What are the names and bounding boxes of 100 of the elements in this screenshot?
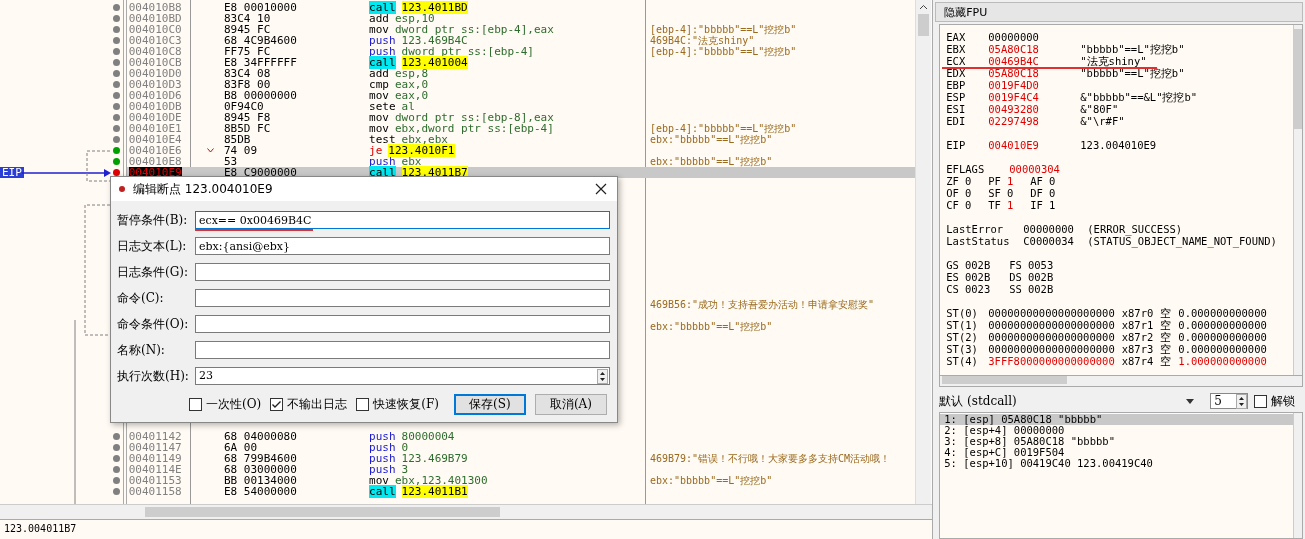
code-row[interactable]: 00401153 BB 00134000 mov ebx,123.401300 ebx:"bbbbb"==L"挖挖b" [0, 475, 915, 486]
breakpoint-dot[interactable] [113, 488, 120, 495]
register-value: 00493280 [988, 103, 1040, 115]
code-row[interactable]: 004010E1 8B5D FC mov ebx,dword ptr ss:[ebp-4] [ebp-4]:"bbbbb"==L"挖挖b" [0, 123, 915, 134]
scrollbar[interactable] [1293, 25, 1302, 375]
input-field[interactable]: ebx:{ansi@ebx} [195, 237, 610, 255]
code-row[interactable]: 00401142 68 04000080 push 80000004 [0, 431, 915, 442]
segment-name: ES [946, 271, 959, 283]
flag-name: AF [1030, 175, 1043, 187]
code-row[interactable]: 00401149 68 799B4600 push 123.469B79 469B79:"错误！不行哦！大家要多多支持CM活动哦！ [0, 453, 915, 464]
code-row[interactable]: 0040114E 68 03000000 push 3 [0, 464, 915, 475]
dialog-button[interactable]: 取消(A) [534, 394, 607, 415]
toggle-fpu-button[interactable]: 隐藏FPU [935, 2, 1303, 22]
bytes-text: 8945 F8 [223, 112, 271, 123]
breakpoint-dot[interactable] [113, 103, 120, 110]
fpu-state: 空 [1160, 331, 1172, 343]
checkbox-label[interactable]: 快速恢复(F) [373, 396, 439, 413]
register-value: 004010E9 [988, 139, 1040, 151]
breakpoint-dot[interactable] [113, 81, 120, 88]
error-text: (STATUS_OBJECT_NAME_NOT_FOUND) [1087, 235, 1277, 247]
code-row[interactable]: 004010B8 E8 00010000 call 123.4011BD [0, 2, 915, 13]
code-row[interactable]: 004010CB E8 34FFFFFF call 123.401004 [0, 57, 915, 68]
breakpoint-dot[interactable] [113, 59, 120, 66]
fpu-value: 0.000000000000 [1178, 343, 1267, 355]
checkbox-label[interactable]: 不输出日志 [287, 396, 348, 413]
checkbox-label[interactable]: 一次性(O) [206, 396, 262, 413]
code-row[interactable]: 004010E6 74 09 je 123.4010F1 [0, 145, 915, 156]
close-icon[interactable] [595, 183, 607, 195]
breakpoint-dot[interactable] [113, 15, 120, 22]
dialog-button[interactable]: 保存(S) [453, 394, 526, 415]
code-row[interactable]: 004010C0 8945 FC mov dword ptr ss:[ebp-4],eax [ebp-4]:"bbbbb"==L"挖挖b" [0, 24, 915, 35]
stack-argument[interactable]: 2: [esp+4] 00000000 [940, 425, 1293, 436]
breakpoint-dot[interactable] [113, 125, 120, 132]
segment-name: SS [1009, 283, 1022, 295]
breakpoint-dot[interactable] [113, 48, 120, 55]
mnemonic-text: push [369, 430, 396, 443]
breakpoint-dot[interactable] [113, 147, 120, 154]
input-field[interactable] [195, 289, 610, 307]
operand-text: 123.4011BD [401, 1, 468, 14]
breakpoint-dot[interactable] [113, 136, 120, 143]
input-field[interactable] [195, 315, 610, 333]
code-row[interactable]: 004010D6 B8 00000000 mov eax,0 [0, 90, 915, 101]
code-row[interactable]: 00401147 6A 00 push 0 [0, 442, 915, 453]
breakpoint-dot[interactable] [113, 26, 120, 33]
code-row[interactable]: 004010E8 53 push ebx ebx:"bbbbb"==L"挖挖b" [0, 156, 915, 167]
count-spinbox[interactable]: 5 [1210, 393, 1249, 409]
breakpoint-dot[interactable] [113, 444, 120, 451]
convention-dropdown[interactable]: 默认 (stdcall) [939, 392, 1205, 410]
checkbox[interactable] [1254, 394, 1268, 408]
breakpoint-dot[interactable] [113, 37, 120, 44]
spinner-icon[interactable] [1236, 393, 1248, 409]
input-field[interactable]: ecx== 0x00469B4C [195, 211, 610, 229]
code-row[interactable]: 004010C8 FF75 FC push dword ptr ss:[ebp-4] [ebp-4]:"bbbbb"==L"挖挖b" [0, 46, 915, 57]
fpu-raw-value: 00000000000000000000 [988, 331, 1115, 343]
breakpoint-dot[interactable] [113, 455, 120, 462]
checkbox[interactable] [356, 398, 370, 411]
scrollbar[interactable] [0, 505, 933, 520]
address-text: 004010C3 [128, 35, 182, 46]
register-value: 05A80C18 [988, 43, 1040, 55]
bytes-text: 83C4 10 [223, 13, 271, 24]
checkbox[interactable] [270, 398, 284, 411]
code-row[interactable]: 004010C3 68 4C9B4600 push 123.469B4C 469B4C:"法克shiny" [0, 35, 915, 46]
code-row[interactable]: 004010DB 0F94C0 sete al [0, 101, 915, 112]
code-row[interactable]: 004010D0 83C4 08 add esp,8 [0, 68, 915, 79]
stack-argument[interactable]: 3: [esp+8] 05A80C18 "bbbbb" [940, 436, 1293, 447]
breakpoint-dot[interactable] [113, 169, 120, 176]
breakpoint-dot[interactable] [113, 4, 120, 11]
scroll-up-icon[interactable] [919, 4, 928, 10]
breakpoint-dot[interactable] [113, 158, 120, 165]
input-field[interactable] [195, 341, 610, 359]
breakpoint-dot[interactable] [113, 70, 120, 77]
code-row[interactable]: 00401158 E8 54000000 call 123.4011B1 [0, 486, 915, 497]
scrollbar[interactable] [1293, 413, 1302, 538]
scroll-thumb[interactable] [918, 14, 929, 36]
spinner-icon[interactable] [597, 368, 608, 384]
address-text: 00401142 [128, 431, 182, 442]
breakpoint-dot[interactable] [113, 114, 120, 121]
code-row[interactable]: 004010E4 85DB test ebx,ebx ebx:"bbbbb"==L"挖挖b" [0, 134, 915, 145]
checkbox-label[interactable]: 解锁 [1271, 392, 1296, 410]
code-row[interactable]: 004010D3 83F8 00 cmp eax,0 [0, 79, 915, 90]
stack-argument[interactable]: 5: [esp+10] 00419C40 123.00419C40 [940, 458, 1293, 469]
spin-field[interactable]: 23 [195, 367, 610, 385]
register-name: EAX [946, 31, 967, 43]
code-row[interactable]: 004010DE 8945 F8 mov dword ptr ss:[ebp-8],eax [0, 112, 915, 123]
address-text: 004010D3 [128, 79, 182, 90]
operand-text: dword ptr ss:[ebp-4] [401, 45, 534, 58]
breakpoint-dot[interactable] [113, 433, 120, 440]
checkbox[interactable] [189, 398, 202, 411]
breakpoint-dot[interactable] [113, 92, 120, 99]
breakpoint-dot[interactable] [113, 477, 120, 484]
segment-value: 002B [1027, 283, 1054, 295]
stack-argument[interactable]: 4: [esp+C] 0019F504 [940, 447, 1293, 458]
stack-argument[interactable]: 1: [esp] 05A80C18 "bbbbb" [940, 414, 1293, 425]
scrollbar[interactable] [939, 376, 1303, 387]
bytes-text: BB 00134000 [223, 475, 297, 486]
input-field[interactable] [195, 263, 610, 281]
code-row[interactable]: 004010BD 83C4 10 add esp,10 [0, 13, 915, 24]
address-text: 004010CB [128, 57, 182, 68]
breakpoint-dot[interactable] [113, 466, 120, 473]
status-text: 123.004011B7 [4, 523, 77, 534]
